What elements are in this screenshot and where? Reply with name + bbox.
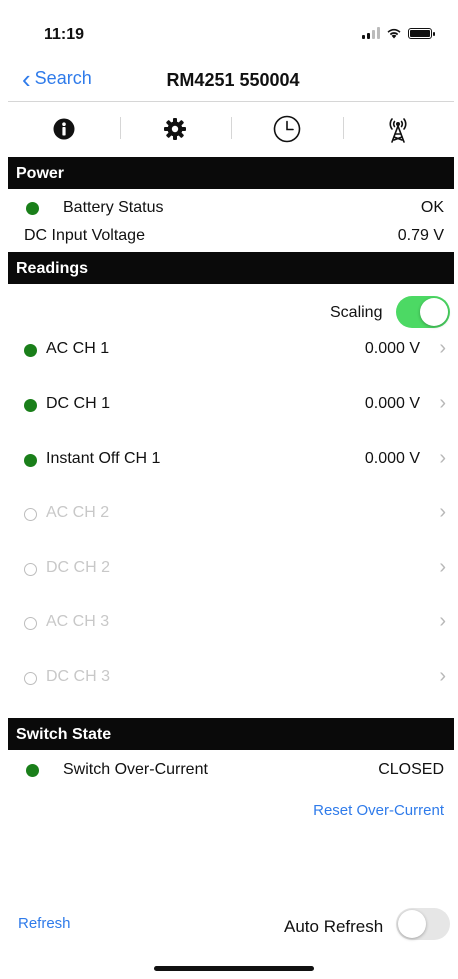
status-icons bbox=[362, 27, 435, 39]
channel-active-indicator bbox=[24, 344, 37, 357]
info-icon bbox=[53, 118, 75, 140]
tab-history[interactable] bbox=[231, 103, 343, 155]
channel-inactive-indicator bbox=[24, 617, 37, 630]
battery-status-label: Battery Status bbox=[63, 199, 164, 216]
section-header-readings: Readings bbox=[8, 252, 454, 284]
switch-over-current-value: CLOSED bbox=[378, 761, 444, 778]
chevron-right-icon: › bbox=[439, 392, 446, 414]
chevron-right-icon: › bbox=[439, 447, 446, 469]
status-bar: 11:19 bbox=[8, 0, 454, 60]
channel-active-indicator bbox=[24, 399, 37, 412]
channel-label: DC CH 3 bbox=[46, 668, 111, 685]
dc-input-voltage-row: DC Input Voltage 0.79 V bbox=[8, 226, 454, 246]
switch-status-indicator bbox=[26, 764, 39, 777]
tab-communications[interactable] bbox=[342, 103, 455, 155]
cellular-signal-icon bbox=[362, 27, 380, 39]
channel-row[interactable]: DC CH 2 › bbox=[8, 556, 454, 581]
channel-value: 0.000 V bbox=[364, 340, 420, 357]
channel-row[interactable]: DC CH 1 0.000 V › bbox=[8, 392, 454, 417]
scaling-label: Scaling bbox=[330, 304, 383, 321]
channel-row[interactable]: AC CH 1 0.000 V › bbox=[8, 337, 454, 362]
home-indicator bbox=[154, 966, 314, 971]
refresh-button[interactable]: Refresh bbox=[18, 915, 71, 932]
channel-label: Instant Off CH 1 bbox=[46, 450, 161, 467]
chevron-right-icon: › bbox=[439, 501, 446, 523]
channel-label: AC CH 2 bbox=[46, 504, 110, 521]
reset-over-current-button[interactable]: Reset Over-Current bbox=[313, 802, 444, 819]
channel-value: 0.000 V bbox=[364, 395, 420, 412]
channel-value: 0.000 V bbox=[364, 450, 420, 467]
wifi-icon bbox=[387, 28, 401, 39]
scaling-row: Scaling bbox=[8, 296, 454, 330]
chevron-right-icon: › bbox=[439, 665, 446, 687]
auto-refresh-label: Auto Refresh bbox=[284, 917, 384, 936]
status-time: 11:19 bbox=[44, 26, 85, 43]
tab-info[interactable] bbox=[8, 103, 120, 155]
channel-label: DC CH 1 bbox=[46, 395, 111, 412]
channel-inactive-indicator bbox=[24, 508, 37, 521]
tab-settings[interactable] bbox=[119, 103, 232, 155]
toggle-knob bbox=[420, 298, 448, 326]
device-detail-screen: 11:19 ‹ Search RM4251 550004 Power Batte… bbox=[8, 0, 454, 979]
channel-inactive-indicator bbox=[24, 672, 37, 685]
channel-label: DC CH 2 bbox=[46, 559, 111, 576]
channel-label: AC CH 3 bbox=[46, 613, 110, 630]
page-title: RM4251 550004 bbox=[166, 70, 300, 90]
section-header-switch-state: Switch State bbox=[8, 718, 454, 750]
antenna-tower-icon bbox=[389, 118, 407, 143]
channel-active-indicator bbox=[24, 454, 37, 467]
clock-icon bbox=[273, 115, 301, 143]
channel-row[interactable]: AC CH 3 › bbox=[8, 610, 454, 635]
chevron-right-icon: › bbox=[439, 610, 446, 632]
channel-row[interactable]: DC CH 3 › bbox=[8, 665, 454, 690]
toggle-knob bbox=[398, 910, 426, 938]
auto-refresh-toggle[interactable] bbox=[396, 908, 450, 940]
channel-row[interactable]: AC CH 2 › bbox=[8, 501, 454, 526]
battery-status-row: Battery Status OK bbox=[8, 198, 454, 218]
dc-input-voltage-label: DC Input Voltage bbox=[24, 227, 145, 244]
tab-bar bbox=[8, 103, 454, 155]
channel-label: AC CH 1 bbox=[46, 340, 110, 357]
scaling-toggle[interactable] bbox=[396, 296, 450, 328]
reset-row: Reset Over-Current bbox=[8, 802, 454, 822]
chevron-right-icon: › bbox=[439, 556, 446, 578]
chevron-right-icon: › bbox=[439, 337, 446, 359]
switch-over-current-label: Switch Over-Current bbox=[63, 761, 208, 778]
battery-icon bbox=[408, 28, 435, 39]
navigation-bar: ‹ Search RM4251 550004 bbox=[8, 60, 454, 102]
battery-status-value: OK bbox=[420, 199, 444, 216]
channel-inactive-indicator bbox=[24, 563, 37, 576]
dc-input-voltage-value: 0.79 V bbox=[397, 227, 444, 244]
section-header-power: Power bbox=[8, 157, 454, 189]
channel-row[interactable]: Instant Off CH 1 0.000 V › bbox=[8, 447, 454, 472]
battery-status-indicator bbox=[26, 202, 39, 215]
footer-bar: Refresh Auto Refresh bbox=[8, 906, 454, 940]
gear-icon bbox=[164, 118, 187, 140]
switch-over-current-row: Switch Over-Current CLOSED bbox=[8, 760, 454, 780]
